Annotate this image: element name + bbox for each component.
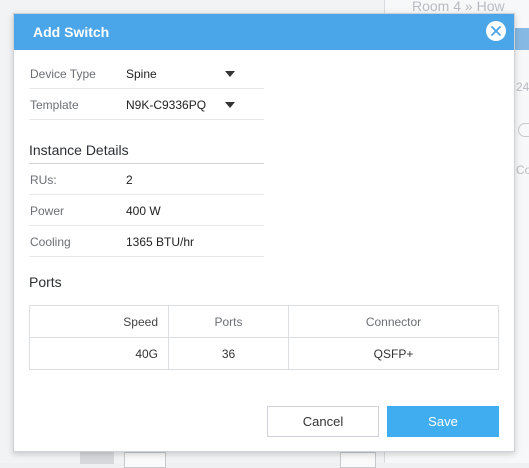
field-label: Device Type xyxy=(30,67,96,81)
chevron-down-icon[interactable] xyxy=(225,71,235,77)
device-type-select[interactable]: Device Type Spine xyxy=(29,58,264,89)
background-button xyxy=(124,452,166,468)
background-text: Co xyxy=(516,163,529,177)
field-value: N9K-C9336PQ xyxy=(126,98,207,112)
close-button[interactable] xyxy=(486,21,506,41)
cell-speed: 40G xyxy=(29,337,169,370)
info-value: 400 W xyxy=(126,204,161,218)
cell-ports: 36 xyxy=(168,337,289,370)
template-select[interactable]: Template N9K-C9336PQ xyxy=(29,89,264,120)
background-toggle xyxy=(518,123,529,137)
column-header-connector: Connector xyxy=(288,305,499,338)
instance-details-title: Instance Details xyxy=(29,142,129,158)
column-header-ports: Ports xyxy=(168,305,289,338)
background-breadcrumb: Room 4 » How xyxy=(412,0,505,14)
add-switch-dialog: Add Switch Device Type Spine Template N9… xyxy=(13,13,515,452)
ports-title: Ports xyxy=(29,274,62,290)
field-value: Spine xyxy=(126,67,157,81)
info-label: RUs: xyxy=(30,173,57,187)
info-label: Cooling xyxy=(30,235,71,249)
info-row: Power 400 W xyxy=(29,195,264,226)
info-row: Cooling 1365 BTU/hr xyxy=(29,226,264,257)
column-header-speed: Speed xyxy=(29,305,169,338)
background-scrollbar xyxy=(80,452,114,464)
dialog-title: Add Switch xyxy=(33,24,110,40)
info-value: 1365 BTU/hr xyxy=(126,235,195,249)
ports-table: Speed Ports Connector 40G 36 QSFP+ xyxy=(29,305,499,370)
info-value: 2 xyxy=(126,173,133,187)
info-row: RUs: 2 xyxy=(29,164,264,195)
close-icon xyxy=(491,26,501,36)
background-text: 24 xyxy=(516,80,529,94)
table-row: 40G 36 QSFP+ xyxy=(29,337,499,370)
cancel-button[interactable]: Cancel xyxy=(267,406,379,437)
dialog-header: Add Switch xyxy=(14,14,514,50)
chevron-down-icon[interactable] xyxy=(225,102,235,108)
field-label: Template xyxy=(30,98,79,112)
cell-connector: QSFP+ xyxy=(288,337,499,370)
save-button[interactable]: Save xyxy=(387,406,499,437)
background-button xyxy=(340,452,376,468)
info-label: Power xyxy=(30,204,65,218)
table-header-row: Speed Ports Connector xyxy=(29,305,499,338)
